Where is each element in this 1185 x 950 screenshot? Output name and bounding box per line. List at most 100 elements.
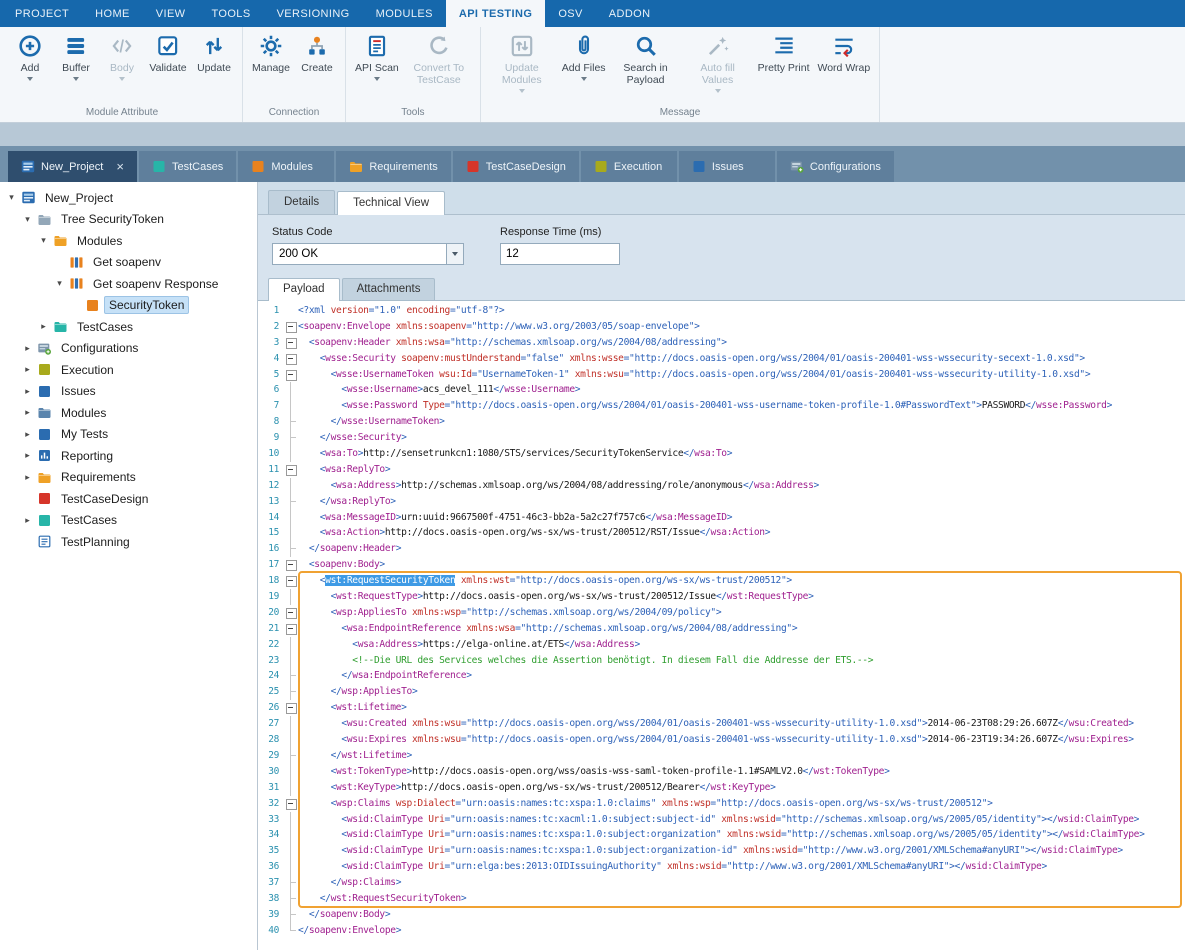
document-tab-modules[interactable]: Modules bbox=[238, 151, 334, 182]
code-line-7: 7 <wsse:Password Type="http://docs.oasis… bbox=[258, 398, 1185, 414]
tree-expander-icon[interactable]: ▸ bbox=[22, 364, 33, 375]
fold-toggle-icon[interactable] bbox=[284, 605, 298, 621]
response-time-input[interactable] bbox=[500, 243, 620, 265]
tree-expander-icon[interactable]: ▸ bbox=[22, 343, 33, 354]
payload-tab-attachments[interactable]: Attachments bbox=[342, 278, 436, 300]
ribbon-button-add[interactable]: Add bbox=[7, 31, 53, 81]
line-number: 37 bbox=[258, 875, 284, 891]
ribbon-button-add-files[interactable]: Add Files bbox=[558, 31, 610, 81]
fold-toggle-icon[interactable] bbox=[284, 462, 298, 478]
tree-item-securitytoken[interactable]: SecurityToken bbox=[0, 295, 257, 317]
code-line-38: 38 </wst:RequestSecurityToken> bbox=[258, 891, 1185, 907]
fold-guide bbox=[284, 510, 298, 526]
tree-item-testcases[interactable]: ▸TestCases bbox=[0, 316, 257, 338]
view-tab-technical-view[interactable]: Technical View bbox=[337, 191, 445, 215]
tree-item-requirements[interactable]: ▸Requirements bbox=[0, 467, 257, 489]
tree-item-get-soapenv[interactable]: Get soapenv bbox=[0, 252, 257, 274]
tree-expander-icon[interactable]: ▾ bbox=[38, 235, 49, 246]
code-line-13: 13 </wsa:ReplyTo> bbox=[258, 494, 1185, 510]
tree-item-my-tests[interactable]: ▸My Tests bbox=[0, 424, 257, 446]
tree-item-new-project[interactable]: ▾New_Project bbox=[0, 187, 257, 209]
fold-toggle-icon[interactable] bbox=[284, 367, 298, 383]
tree-expander-icon[interactable]: ▾ bbox=[22, 214, 33, 225]
payload-editor[interactable]: 1<?xml version="1.0" encoding="utf-8"?>2… bbox=[258, 300, 1185, 950]
document-tab-issues[interactable]: Issues bbox=[679, 151, 775, 182]
tree-item-testcasedesign[interactable]: TestCaseDesign bbox=[0, 488, 257, 510]
line-number: 13 bbox=[258, 494, 284, 510]
fold-guide bbox=[284, 446, 298, 462]
search-icon bbox=[633, 33, 659, 59]
tree-item-testcases[interactable]: ▸TestCases bbox=[0, 510, 257, 532]
fold-toggle-icon[interactable] bbox=[284, 700, 298, 716]
close-icon[interactable]: × bbox=[116, 160, 124, 173]
ribbon-button-buffer[interactable]: Buffer bbox=[53, 31, 99, 81]
ribbon-button-api-scan[interactable]: API Scan bbox=[351, 31, 403, 81]
menu-tab-api-testing[interactable]: API TESTING bbox=[446, 0, 545, 27]
tree-item-testplanning[interactable]: TestPlanning bbox=[0, 531, 257, 553]
document-tab-testcasedesign[interactable]: TestCaseDesign bbox=[453, 151, 579, 182]
status-code-value: 200 OK bbox=[273, 248, 446, 260]
tree-item-execution[interactable]: ▸Execution bbox=[0, 359, 257, 381]
chevron-down-icon[interactable] bbox=[446, 244, 463, 264]
config-icon bbox=[37, 342, 52, 355]
folder-orange-icon bbox=[349, 160, 363, 173]
tree-item-configurations[interactable]: ▸Configurations bbox=[0, 338, 257, 360]
tree-item-tree-securitytoken[interactable]: ▾Tree SecurityToken bbox=[0, 209, 257, 231]
line-number: 7 bbox=[258, 398, 284, 414]
tree-expander-icon[interactable]: ▸ bbox=[22, 515, 33, 526]
fold-toggle-icon[interactable] bbox=[284, 335, 298, 351]
view-tab-details[interactable]: Details bbox=[268, 190, 335, 214]
tree-item-modules[interactable]: ▾Modules bbox=[0, 230, 257, 252]
tree-expander-icon[interactable]: ▸ bbox=[22, 450, 33, 461]
fold-toggle-icon[interactable] bbox=[284, 351, 298, 367]
ribbon-button-create[interactable]: Create bbox=[294, 31, 340, 74]
tree-item-modules[interactable]: ▸Modules bbox=[0, 402, 257, 424]
app-icon bbox=[21, 160, 35, 173]
fold-guide bbox=[284, 382, 298, 398]
menu-tab-osv[interactable]: OSV bbox=[545, 0, 595, 27]
ribbon-button-search-in-payload[interactable]: Search in Payload bbox=[610, 31, 682, 86]
menu-tab-view[interactable]: VIEW bbox=[143, 0, 199, 27]
fold-guide bbox=[284, 430, 298, 446]
ribbon-button-update[interactable]: Update bbox=[191, 31, 237, 74]
menu-tab-modules[interactable]: MODULES bbox=[363, 0, 446, 27]
ribbon-button-word-wrap[interactable]: Word Wrap bbox=[814, 31, 875, 74]
tree-expander-icon[interactable]: ▸ bbox=[22, 386, 33, 397]
fold-toggle-icon[interactable] bbox=[284, 319, 298, 335]
update-modules-icon bbox=[509, 33, 535, 59]
ribbon-button-manage[interactable]: Manage bbox=[248, 31, 294, 74]
document-tab-execution[interactable]: Execution bbox=[581, 151, 677, 182]
fold-toggle-icon[interactable] bbox=[284, 557, 298, 573]
menu-tab-project[interactable]: PROJECT bbox=[2, 0, 82, 27]
document-tab-requirements[interactable]: Requirements bbox=[336, 151, 450, 182]
tree-expander-icon[interactable]: ▾ bbox=[54, 278, 65, 289]
menu-tab-addon[interactable]: ADDON bbox=[596, 0, 664, 27]
ribbon-group-message: Update ModulesAdd FilesSearch in Payload… bbox=[481, 27, 880, 122]
tree-item-get-soapenv-response[interactable]: ▾Get soapenv Response bbox=[0, 273, 257, 295]
tree-expander-icon[interactable]: ▾ bbox=[6, 192, 17, 203]
menu-tab-home[interactable]: HOME bbox=[82, 0, 143, 27]
document-tab-configurations[interactable]: Configurations bbox=[777, 151, 894, 182]
ribbon-button-validate[interactable]: Validate bbox=[145, 31, 191, 74]
fold-toggle-icon[interactable] bbox=[284, 621, 298, 637]
document-tab-testcases[interactable]: TestCases bbox=[139, 151, 236, 182]
tree-expander-icon[interactable]: ▸ bbox=[22, 472, 33, 483]
autofill-icon bbox=[705, 33, 731, 59]
tree-expander-icon[interactable]: ▸ bbox=[22, 429, 33, 440]
tree-item-reporting[interactable]: ▸Reporting bbox=[0, 445, 257, 467]
tree-expander-icon[interactable]: ▸ bbox=[38, 321, 49, 332]
tree-item-issues[interactable]: ▸Issues bbox=[0, 381, 257, 403]
document-tab-new-project[interactable]: New_Project× bbox=[8, 151, 137, 182]
status-code-field: Status Code 200 OK bbox=[272, 226, 464, 265]
payload-tab-payload[interactable]: Payload bbox=[268, 278, 340, 301]
code-line-16: 16 </soapenv:Header> bbox=[258, 541, 1185, 557]
fold-toggle-icon[interactable] bbox=[284, 796, 298, 812]
code-line-20: 20 <wsp:AppliesTo xmlns:wsp="http://sche… bbox=[258, 605, 1185, 621]
tree-expander-icon[interactable]: ▸ bbox=[22, 407, 33, 418]
menu-tab-versioning[interactable]: VERSIONING bbox=[264, 0, 363, 27]
fold-toggle-icon[interactable] bbox=[284, 573, 298, 589]
status-code-select[interactable]: 200 OK bbox=[272, 243, 464, 265]
ribbon-button-pretty-print[interactable]: Pretty Print bbox=[754, 31, 814, 74]
app-icon bbox=[21, 191, 36, 204]
menu-tab-tools[interactable]: TOOLS bbox=[198, 0, 263, 27]
